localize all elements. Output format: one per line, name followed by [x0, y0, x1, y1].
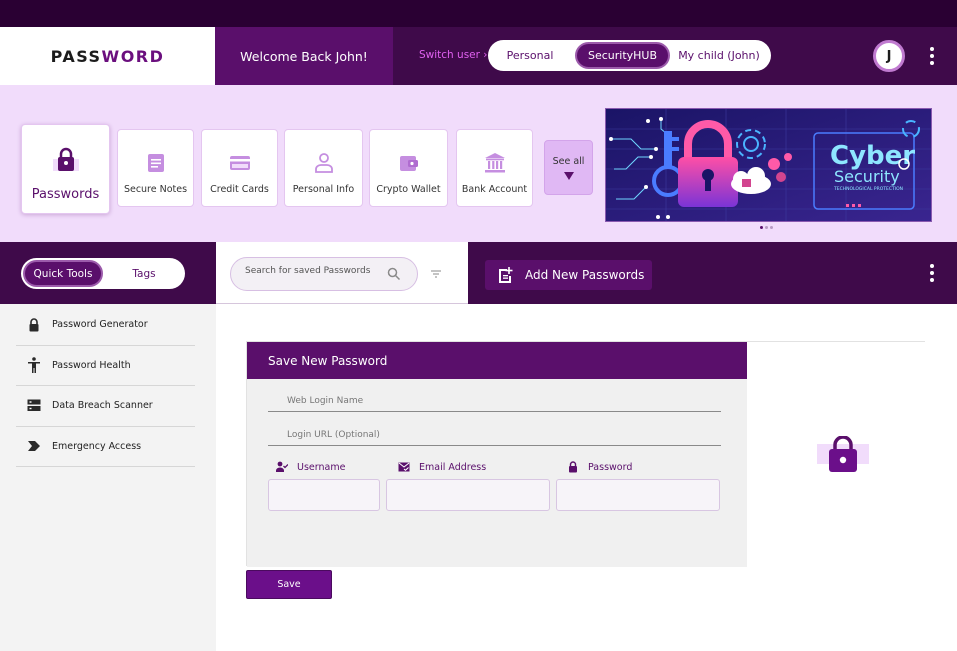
- avatar[interactable]: J: [873, 40, 905, 72]
- tile-credit-cards[interactable]: Credit Cards: [201, 129, 278, 207]
- sidebar-toggle: Quick Tools Tags: [21, 258, 185, 289]
- password-field: [556, 479, 720, 511]
- promo-banner[interactable]: Cyber Security TECHNOLOGICAL PROTECTION: [605, 108, 932, 222]
- password-label-text: Password: [588, 461, 633, 473]
- lock-icon: [52, 147, 79, 171]
- person-icon: [314, 153, 333, 173]
- tile-secure-notes[interactable]: Secure Notes: [117, 129, 194, 207]
- tool-label: Password Generator: [52, 319, 148, 331]
- banner-tagline: TECHNOLOGICAL PROTECTION: [833, 186, 903, 192]
- save-password-card: Save New Password Username Email Address…: [246, 341, 925, 567]
- main-toolbar: Add New Passwords: [468, 242, 957, 304]
- tile-personal-info[interactable]: Personal Info: [284, 129, 363, 207]
- web-login-input[interactable]: [268, 390, 721, 412]
- welcome-text: Welcome Back John!: [240, 48, 368, 64]
- tool-password-health[interactable]: Password Health: [16, 346, 195, 386]
- logo[interactable]: PASSWORD: [0, 27, 215, 85]
- save-button[interactable]: Save: [246, 570, 332, 599]
- sidebar-toolbar: Quick Tools Tags: [0, 242, 216, 304]
- arrow-chevron-icon: [26, 438, 42, 454]
- tile-bank-account[interactable]: Bank Account: [456, 129, 533, 207]
- toggle-quick-tools[interactable]: Quick Tools: [23, 260, 103, 287]
- add-new-label: Add New Passwords: [525, 268, 645, 282]
- username-label-text: Username: [297, 461, 346, 473]
- lock-icon: [817, 436, 869, 472]
- email-check-icon: [398, 462, 410, 472]
- username-label: Username: [276, 461, 345, 473]
- tool-label: Data Breach Scanner: [52, 400, 153, 412]
- search-area: [216, 242, 468, 304]
- profile-personal[interactable]: Personal: [492, 42, 568, 69]
- password-label: Password: [567, 461, 632, 473]
- user-check-icon: [276, 461, 288, 472]
- welcome-message: Welcome Back John!: [215, 27, 393, 85]
- tile-label: Credit Cards: [210, 184, 269, 195]
- pagination-dot[interactable]: [765, 226, 768, 229]
- tile-label: Bank Account: [461, 184, 528, 195]
- see-all-label: See all: [552, 156, 585, 167]
- caret-down-icon: [563, 172, 574, 180]
- username-field: [268, 479, 380, 511]
- switch-user-label: Switch user ›: [419, 49, 488, 61]
- email-label-text: Email Address: [419, 461, 487, 473]
- see-all-button[interactable]: See all: [544, 140, 593, 195]
- pagination-dot[interactable]: [770, 226, 773, 229]
- add-note-icon: [499, 267, 513, 283]
- tile-label: Crypto Wallet: [376, 184, 441, 195]
- note-icon: [147, 154, 164, 172]
- cyber-security-illustration: Cyber Security TECHNOLOGICAL PROTECTION: [606, 109, 931, 221]
- lock-icon: [569, 461, 577, 473]
- pagination-dot[interactable]: [760, 226, 763, 229]
- profile-securityhub[interactable]: SecurityHUB: [575, 42, 670, 69]
- credit-card-icon: [229, 156, 250, 170]
- profile-switcher: Personal SecurityHUB My child (John): [488, 40, 771, 71]
- wallet-icon: [399, 156, 418, 171]
- tool-label: Password Health: [52, 359, 131, 371]
- lock-icon: [26, 317, 42, 333]
- web-login-field: [268, 388, 721, 412]
- tile-crypto-wallet[interactable]: Crypto Wallet: [369, 129, 448, 207]
- app-header: PASSWORD Welcome Back John! Switch user …: [0, 27, 957, 85]
- tool-emergency-access[interactable]: Emergency Access: [16, 427, 195, 467]
- server-icon: [26, 398, 42, 414]
- search-input[interactable]: [245, 266, 380, 276]
- sidebar: Quick Tools Tags Password Generator Pass…: [0, 242, 216, 651]
- tool-data-breach-scanner[interactable]: Data Breach Scanner: [16, 386, 195, 427]
- search-icon[interactable]: [387, 267, 401, 281]
- logo-text-main: PASS: [50, 46, 102, 66]
- quick-tools-list: Password Generator Password Health Data …: [16, 305, 195, 467]
- password-form: Save New Password Username Email Address…: [247, 342, 747, 567]
- tile-passwords[interactable]: Passwords: [21, 124, 110, 214]
- tile-label: Secure Notes: [123, 184, 188, 195]
- email-field: [386, 479, 550, 511]
- category-band: Passwords Secure Notes Credit Cards Pers…: [0, 85, 957, 242]
- person-standing-icon: [26, 357, 42, 374]
- email-label: Email Address: [398, 461, 486, 473]
- login-url-input[interactable]: [268, 424, 721, 446]
- login-url-field: [268, 422, 721, 446]
- bank-icon: [484, 153, 505, 173]
- logo-text-accent: WORD: [101, 46, 165, 66]
- tile-label: Passwords: [31, 187, 100, 202]
- toolbar-more-icon[interactable]: [928, 264, 936, 282]
- filter-icon[interactable]: [430, 269, 442, 279]
- form-title: Save New Password: [247, 342, 747, 379]
- banner-title-line2: Security: [834, 167, 900, 186]
- tile-label: Personal Info: [292, 184, 355, 195]
- toggle-tags[interactable]: Tags: [106, 260, 182, 287]
- username-input[interactable]: [269, 480, 379, 510]
- password-input[interactable]: [557, 480, 719, 510]
- top-strip: [0, 0, 957, 27]
- email-input[interactable]: [387, 480, 549, 510]
- search-box[interactable]: [230, 257, 418, 291]
- banner-pagination[interactable]: [760, 226, 773, 229]
- card-illustration: [747, 342, 925, 567]
- add-new-passwords-button[interactable]: Add New Passwords: [485, 260, 652, 290]
- tool-password-generator[interactable]: Password Generator: [16, 305, 195, 346]
- header-more-icon[interactable]: [928, 47, 936, 65]
- profile-my-child[interactable]: My child (John): [675, 42, 763, 69]
- tool-label: Emergency Access: [52, 440, 142, 452]
